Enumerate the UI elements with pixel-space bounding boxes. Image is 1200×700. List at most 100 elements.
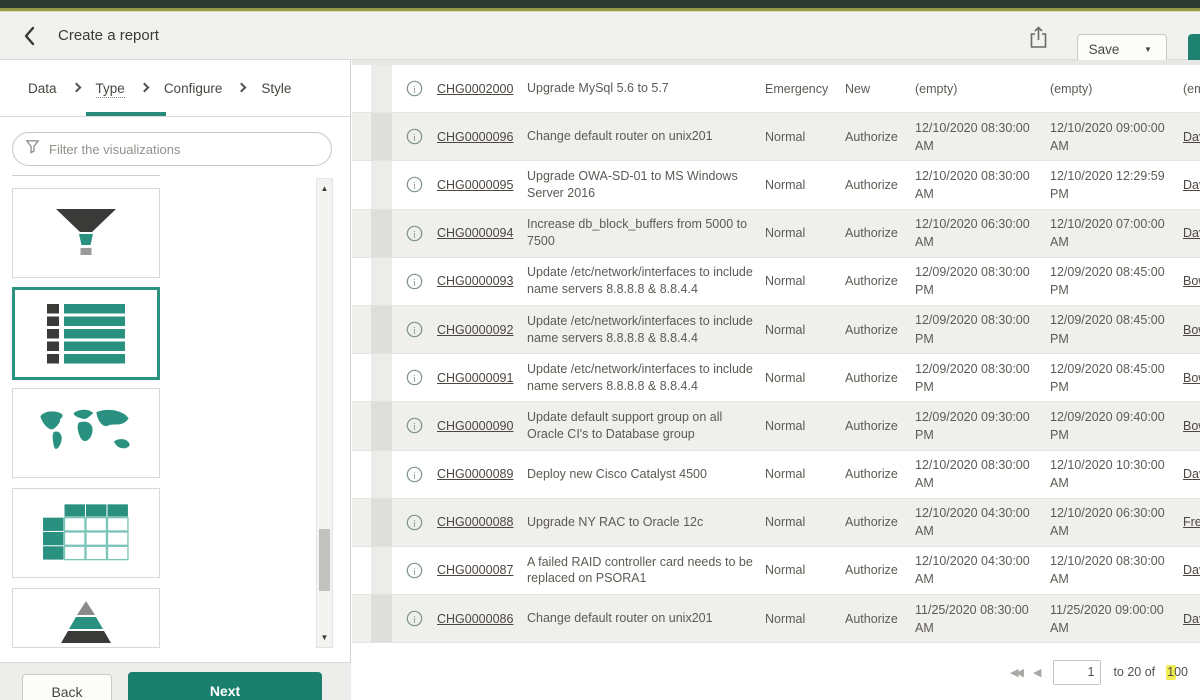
row-info-cell[interactable]: i	[392, 113, 437, 160]
assigned-to-link[interactable]: Dav	[1183, 563, 1200, 577]
info-icon: i	[406, 225, 423, 242]
assigned-to-link[interactable]: Dav	[1183, 178, 1200, 192]
scrollbar-thumb[interactable]	[319, 529, 330, 591]
priority-value: Normal	[765, 161, 845, 208]
priority-value: Normal	[765, 547, 845, 594]
brand-strip	[0, 0, 1200, 12]
viz-list-scrollbar[interactable]: ▲ ▼	[316, 178, 333, 648]
state-value: New	[845, 65, 915, 112]
short-description: Change default router on unix201	[527, 113, 765, 160]
row-info-cell[interactable]: i	[392, 499, 437, 546]
priority-value: Normal	[765, 595, 845, 642]
short-description: Upgrade MySql 5.6 to 5.7	[527, 65, 765, 112]
priority-value: Normal	[765, 306, 845, 353]
assigned-to-link[interactable]: Bow	[1183, 274, 1200, 288]
assigned-to-link[interactable]: Bow	[1183, 323, 1200, 337]
change-table-body: i CHG0002000 Upgrade MySql 5.6 to 5.7 Em…	[352, 65, 1200, 643]
step-data[interactable]: Data	[28, 81, 57, 96]
short-description: Deploy new Cisco Catalyst 4500	[527, 451, 765, 498]
app-header: Create a report Save ▼	[0, 12, 1200, 60]
end-date-value: 12/09/2020 08:45:00 PM	[1050, 354, 1183, 401]
change-number-link[interactable]: CHG0000091	[437, 371, 513, 385]
viz-type-map[interactable]	[12, 388, 160, 478]
first-page-icon[interactable]: ◀◀	[1010, 666, 1021, 679]
end-date-value: 12/09/2020 08:45:00 PM	[1050, 258, 1183, 305]
step-type[interactable]: Type	[96, 81, 125, 96]
svg-text:i: i	[413, 181, 416, 192]
svg-text:i: i	[413, 470, 416, 481]
list-divider	[12, 175, 160, 176]
end-date-value: 12/10/2020 09:00:00 AM	[1050, 113, 1183, 160]
pagination-total: 100	[1167, 665, 1188, 679]
share-icon[interactable]	[1028, 25, 1050, 47]
page-title: Create a report	[58, 12, 159, 59]
start-date-value: (empty)	[915, 65, 1050, 112]
change-number-link[interactable]: CHG0000088	[437, 515, 513, 529]
assigned-to-link[interactable]: Bow	[1183, 371, 1200, 385]
viz-type-heatmap[interactable]	[12, 488, 160, 578]
row-info-cell[interactable]: i	[392, 65, 437, 112]
start-date-value: 11/25/2020 08:30:00 AM	[915, 595, 1050, 642]
table-row: i CHG0000092 Update /etc/network/interfa…	[352, 306, 1200, 354]
viz-type-pyramid[interactable]	[12, 588, 160, 648]
row-info-cell[interactable]: i	[392, 595, 437, 642]
short-description: Upgrade NY RAC to Oracle 12c	[527, 499, 765, 546]
change-number-link[interactable]: CHG0000093	[437, 274, 513, 288]
state-value: Authorize	[845, 402, 915, 449]
change-number-link[interactable]: CHG0002000	[437, 82, 513, 96]
row-info-cell[interactable]: i	[392, 547, 437, 594]
filter-input[interactable]	[49, 142, 331, 157]
priority-value: Normal	[765, 354, 845, 401]
change-number-link[interactable]: CHG0000086	[437, 612, 513, 626]
scroll-up-icon[interactable]: ▲	[317, 184, 332, 193]
table-row: i CHG0000095 Upgrade OWA-SD-01 to MS Win…	[352, 161, 1200, 209]
assigned-to-link[interactable]: Fre	[1183, 515, 1200, 529]
assigned-to-link[interactable]: Dav	[1183, 612, 1200, 626]
assigned-to-link[interactable]: Dav	[1183, 467, 1200, 481]
change-number-link[interactable]: CHG0000089	[437, 467, 513, 481]
start-date-value: 12/10/2020 08:30:00 AM	[915, 161, 1050, 208]
back-button[interactable]: Back	[22, 674, 112, 700]
change-number-link[interactable]: CHG0000096	[437, 130, 513, 144]
row-info-cell[interactable]: i	[392, 210, 437, 257]
step-style[interactable]: Style	[261, 81, 291, 96]
change-number-link[interactable]: CHG0000092	[437, 323, 513, 337]
viz-type-funnel[interactable]	[12, 188, 160, 278]
table-row: i CHG0000096 Change default router on un…	[352, 113, 1200, 161]
assigned-to-link[interactable]: Bow	[1183, 419, 1200, 433]
row-info-cell[interactable]: i	[392, 161, 437, 208]
row-info-cell[interactable]: i	[392, 402, 437, 449]
info-icon: i	[406, 466, 423, 483]
page-number-input[interactable]	[1053, 660, 1101, 685]
assigned-to-link: (em	[1183, 82, 1200, 96]
state-value: Authorize	[845, 113, 915, 160]
end-date-value: 12/10/2020 06:30:00 AM	[1050, 499, 1183, 546]
change-number-link[interactable]: CHG0000090	[437, 419, 513, 433]
info-icon: i	[406, 176, 423, 193]
change-number-link[interactable]: CHG0000094	[437, 226, 513, 240]
svg-text:i: i	[413, 422, 416, 433]
start-date-value: 12/10/2020 08:30:00 AM	[915, 451, 1050, 498]
table-row: i CHG0000094 Increase db_block_buffers f…	[352, 210, 1200, 258]
row-info-cell[interactable]: i	[392, 354, 437, 401]
row-left-strip	[371, 499, 392, 546]
change-number-link[interactable]: CHG0000087	[437, 563, 513, 577]
table-row: i CHG0000091 Update /etc/network/interfa…	[352, 354, 1200, 402]
prev-page-icon[interactable]: ◀	[1033, 666, 1041, 679]
row-info-cell[interactable]: i	[392, 258, 437, 305]
row-info-cell[interactable]: i	[392, 451, 437, 498]
svg-text:i: i	[413, 566, 416, 577]
scroll-down-icon[interactable]: ▼	[317, 633, 332, 642]
row-info-cell[interactable]: i	[392, 306, 437, 353]
back-chevron-icon[interactable]	[18, 25, 40, 47]
state-value: Authorize	[845, 354, 915, 401]
step-configure[interactable]: Configure	[164, 81, 223, 96]
assigned-to-link[interactable]: Dav	[1183, 130, 1200, 144]
change-number-link[interactable]: CHG0000095	[437, 178, 513, 192]
info-icon: i	[406, 128, 423, 145]
assigned-to-link[interactable]: Dav	[1183, 226, 1200, 240]
next-button[interactable]: Next	[128, 672, 322, 700]
pyramid-chart-icon	[53, 601, 119, 645]
svg-text:i: i	[413, 325, 416, 336]
viz-type-list[interactable]	[12, 287, 160, 380]
